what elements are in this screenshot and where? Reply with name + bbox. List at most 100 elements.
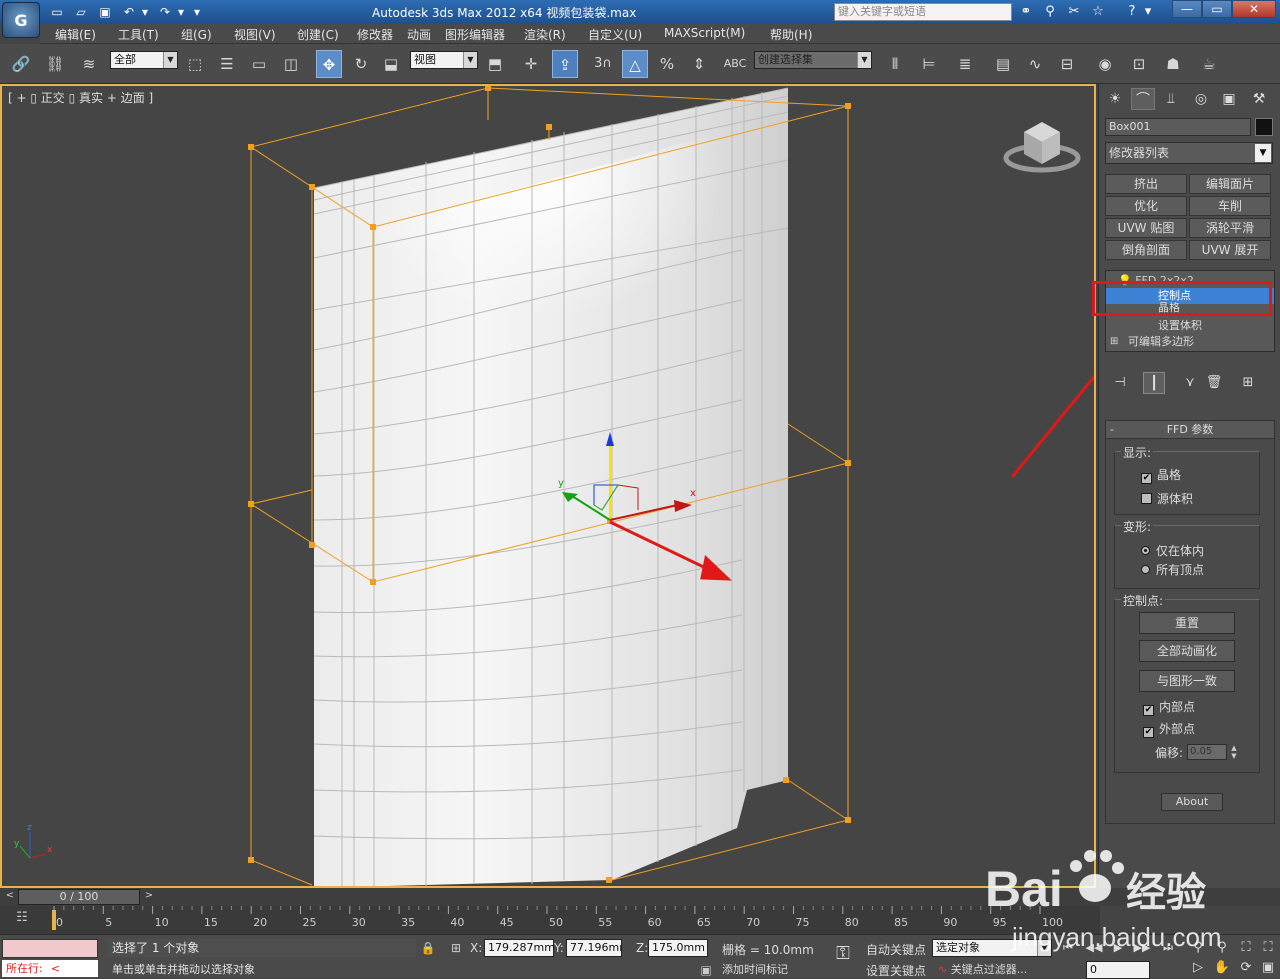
x-coordinate-field[interactable]: 179.287mm — [484, 939, 554, 957]
link-icon[interactable]: 🔗 — [8, 50, 34, 78]
source-volume-checkbox[interactable]: 源体积 — [1141, 490, 1193, 507]
maximize-viewport-icon[interactable]: ▣ — [1258, 959, 1278, 977]
quick-access-dropdown-icon[interactable]: ▾ — [192, 3, 202, 21]
align-icon[interactable]: ⊨ — [916, 50, 942, 78]
undo-dropdown-icon[interactable]: ▾ — [140, 3, 150, 21]
modifier-unwrap-uvw-button[interactable]: UVW 展开 — [1189, 240, 1271, 260]
about-button[interactable]: About — [1161, 793, 1223, 811]
selection-filter-combo[interactable]: 全部 ▼ — [110, 51, 178, 69]
subscription-icon[interactable]: ⚲ — [1040, 3, 1060, 21]
keyboard-shortcut-override-icon[interactable]: ⇪ — [552, 50, 578, 78]
utilities-tab-icon[interactable]: ⚒ — [1247, 88, 1271, 110]
redo-dropdown-icon[interactable]: ▾ — [176, 3, 186, 21]
perspective-viewport[interactable]: x y z x y [ + ▯ 正交 ▯ 真实 + 边面 ] — [0, 84, 1096, 888]
lattice-checkbox[interactable]: ✔ 晶格 — [1141, 466, 1181, 484]
menu-tools[interactable]: 工具(T) — [118, 26, 159, 43]
set-key-button[interactable]: 设置关键点 — [866, 962, 926, 979]
menu-help[interactable]: 帮助(H) — [770, 26, 812, 43]
minimize-button[interactable]: — — [1172, 0, 1202, 18]
pan-icon[interactable]: ✋ — [1212, 959, 1232, 977]
z-coordinate-field[interactable]: 175.0mm — [648, 939, 708, 957]
offset-spinner[interactable]: 0.05 — [1187, 744, 1227, 760]
modifier-bevel-profile-button[interactable]: 倒角剖面 — [1105, 240, 1187, 260]
conform-to-shape-button[interactable]: 与图形一致 — [1139, 670, 1235, 692]
spinner-arrows-icon[interactable]: ▲ ▼ — [1229, 744, 1239, 760]
modifier-optimize-button[interactable]: 优化 — [1105, 196, 1187, 216]
select-by-name-icon[interactable]: ☰ — [214, 50, 240, 78]
mirror-icon[interactable]: ⫴ — [882, 50, 908, 78]
binoculars-icon[interactable]: ⚭ — [1016, 3, 1036, 21]
menu-edit[interactable]: 编辑(E) — [55, 26, 96, 43]
select-and-rotate-icon[interactable]: ↻ — [348, 50, 374, 78]
remove-modifier-icon[interactable]: 🗑 — [1203, 372, 1225, 394]
favorites-star-icon[interactable]: ☆ — [1088, 3, 1108, 21]
undo-icon[interactable]: ↶ — [120, 3, 138, 21]
window-crossing-icon[interactable]: ◫ — [278, 50, 304, 78]
stack-item-editable-poly[interactable]: 可编辑多边形 — [1106, 334, 1274, 350]
modifier-list-combo[interactable]: 修改器列表 ▼ — [1105, 142, 1273, 164]
material-editor-icon[interactable]: ◉ — [1092, 50, 1118, 78]
create-tab-icon[interactable]: ☀ — [1103, 88, 1127, 110]
select-manipulate-icon[interactable]: ✛ — [518, 50, 544, 78]
current-frame-field[interactable]: 0 — [1086, 961, 1150, 979]
show-end-result-icon[interactable]: ┃ — [1143, 372, 1165, 394]
expand-plus-icon[interactable]: ⊞ — [1110, 334, 1122, 350]
menu-views[interactable]: 视图(V) — [234, 26, 276, 43]
zoom-extents-icon[interactable]: ⛶ — [1236, 939, 1256, 957]
auto-key-button[interactable]: 自动关键点 — [866, 941, 926, 958]
y-coordinate-field[interactable]: 77.196mm — [566, 939, 622, 957]
menu-group[interactable]: 组(G) — [181, 26, 212, 43]
object-color-swatch[interactable] — [1255, 118, 1273, 136]
all-vertices-radio[interactable]: 所有顶点 — [1141, 561, 1204, 578]
modifier-lathe-button[interactable]: 车削 — [1189, 196, 1271, 216]
modifier-turbosmooth-button[interactable]: 涡轮平滑 — [1189, 218, 1271, 238]
render-production-icon[interactable]: ☕ — [1196, 50, 1222, 78]
zoom-icon[interactable]: ⚲ — [1188, 939, 1208, 957]
add-time-tag-button[interactable]: 添加时间标记 — [696, 961, 816, 979]
play-icon[interactable]: ▶ — [1108, 939, 1128, 957]
help-dropdown-icon[interactable]: ▾ — [1142, 3, 1154, 21]
time-slider[interactable]: < 0 / 100 > — [0, 888, 1280, 906]
menu-create[interactable]: 创建(C) — [297, 26, 339, 43]
new-file-icon[interactable]: ▭ — [48, 3, 66, 21]
rollout-header[interactable]: - FFD 参数 — [1106, 421, 1274, 439]
track-bar[interactable]: ☷ 0 5 10 15 20 25 30 35 40 45 50 55 60 65 70 75 80 85 90 95… — [0, 906, 1100, 934]
object-name-field[interactable]: Box001 — [1105, 118, 1251, 136]
modifier-extrude-button[interactable]: 挤出 — [1105, 174, 1187, 194]
reset-button[interactable]: 重置 — [1139, 612, 1235, 634]
redo-icon[interactable]: ↷ — [156, 3, 174, 21]
open-file-icon[interactable]: ▱ — [72, 3, 90, 21]
schematic-view-icon[interactable]: ⊟ — [1054, 50, 1080, 78]
select-object-icon[interactable]: ⬚ — [182, 50, 208, 78]
key-mode-combo[interactable]: 选定对象 ▼ — [932, 939, 1052, 957]
named-selection-sets-combo[interactable]: 创建选择集 ▼ — [754, 51, 872, 69]
outside-points-checkbox[interactable]: ✔ 外部点 — [1143, 720, 1195, 738]
render-setup-icon[interactable]: ⊡ — [1126, 50, 1152, 78]
maximize-button[interactable]: ▭ — [1202, 0, 1232, 18]
modifier-uvw-map-button[interactable]: UVW 贴图 — [1105, 218, 1187, 238]
graphite-ribbon-icon[interactable]: ▤ — [990, 50, 1016, 78]
inside-points-checkbox[interactable]: ✔ 内部点 — [1143, 698, 1195, 716]
previous-key-icon[interactable]: ◀◀ — [1084, 939, 1104, 957]
previous-frame-icon[interactable]: < — [3, 890, 17, 904]
modifier-edit-patch-button[interactable]: 编辑面片 — [1189, 174, 1271, 194]
animate-all-button[interactable]: 全部动画化 — [1139, 640, 1235, 662]
bind-space-warp-icon[interactable]: ≋ — [76, 50, 102, 78]
app-menu-button[interactable]: G — [2, 2, 40, 38]
close-button[interactable]: ✕ — [1232, 0, 1276, 18]
edit-named-selection-icon[interactable]: ABC — [722, 50, 748, 78]
configure-sets-icon[interactable]: ⊞ — [1237, 372, 1259, 394]
pin-stack-icon[interactable]: ⊣ — [1109, 372, 1131, 394]
only-in-volume-radio[interactable]: 仅在体内 — [1141, 542, 1204, 559]
field-of-view-icon[interactable]: ▷ — [1188, 959, 1208, 977]
absolute-mode-icon[interactable]: ⊞ — [448, 940, 464, 956]
key-icon[interactable]: ⚿ — [828, 943, 858, 969]
go-to-start-icon[interactable]: ⏮ — [1058, 939, 1078, 957]
hierarchy-tab-icon[interactable]: ⫫ — [1159, 88, 1183, 110]
zoom-extents-all-icon[interactable]: ⛶ — [1258, 939, 1278, 957]
spinner-snap-icon[interactable]: ⇕ — [686, 50, 712, 78]
rendered-frame-icon[interactable]: ☗ — [1160, 50, 1186, 78]
communication-icon[interactable]: ✂ — [1064, 3, 1084, 21]
make-unique-icon[interactable]: ⋎ — [1179, 372, 1201, 394]
menu-modifiers[interactable]: 修改器 — [357, 26, 393, 43]
